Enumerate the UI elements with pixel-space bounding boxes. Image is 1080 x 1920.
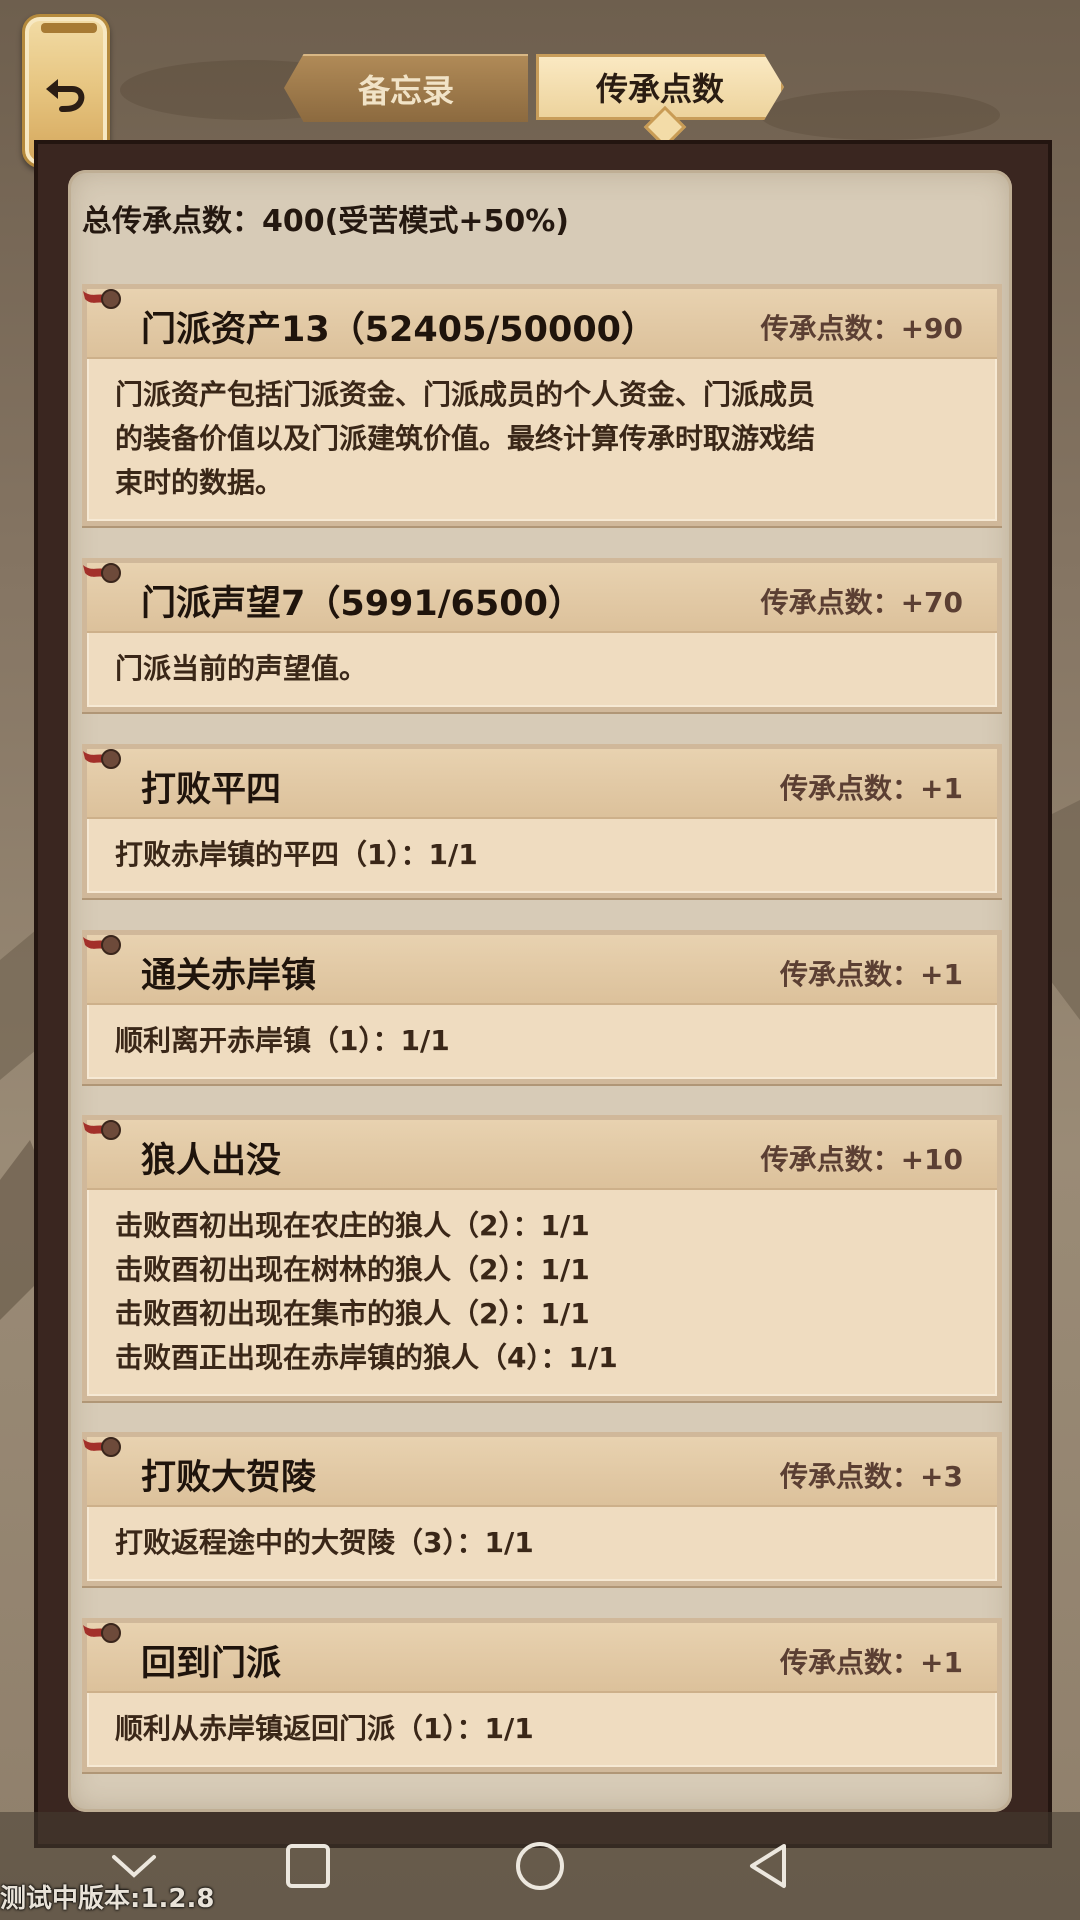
card-description: 击败酉初出现在农庄的狼人（2）：1/1 击败酉初出现在树林的狼人（2）：1/1 … [87, 1190, 997, 1396]
back-arrow-icon [46, 79, 85, 112]
ribbon-icon [83, 563, 121, 583]
card-line: 击败酉初出现在集市的狼人（2）：1/1 [115, 1297, 590, 1330]
card-header: 打败平四 传承点数：+1 [83, 749, 997, 819]
card-line: 门派资产包括门派资金、门派成员的个人资金、门派成员 [115, 378, 816, 411]
card-header: 狼人出没 传承点数：+10 [83, 1120, 997, 1190]
version-label: 测试中版本:1.2.8 [0, 1884, 215, 1914]
card-points: 传承点数：+70 [760, 586, 963, 619]
square-icon [286, 1844, 330, 1888]
card-line: 门派当前的声望值。 [115, 652, 368, 685]
nav-home-button[interactable] [504, 1830, 576, 1902]
legacy-card-return-sect: 回到门派 传承点数：+1 顺利从赤岸镇返回门派（1）：1/1 [82, 1618, 1002, 1772]
legacy-card-defeat-daheling: 打败大贺陵 传承点数：+3 打败返程途中的大贺陵（3）：1/1 [82, 1432, 1002, 1586]
card-description: 打败赤岸镇的平四（1）：1/1 [87, 819, 997, 893]
tab-legacy-points-label: 传承点数 [595, 70, 724, 108]
ribbon-icon [83, 935, 121, 955]
tab-memo-label: 备忘录 [357, 72, 454, 110]
card-header: 门派资产13（52405/50000） 传承点数：+90 [83, 289, 997, 359]
card-line: 击败酉初出现在农庄的狼人（2）：1/1 [115, 1209, 590, 1242]
card-title: 打败平四 [141, 770, 282, 810]
card-line: 打败赤岸镇的平四（1）：1/1 [115, 838, 478, 871]
circle-icon [516, 1842, 564, 1890]
legacy-card-defeat-pingsi: 打败平四 传承点数：+1 打败赤岸镇的平四（1）：1/1 [82, 744, 1002, 898]
nav-recents-button[interactable] [272, 1830, 344, 1902]
background-cloud [760, 90, 1000, 140]
card-points: 传承点数：+10 [760, 1143, 963, 1176]
card-description: 打败返程途中的大贺陵（3）：1/1 [87, 1507, 997, 1581]
ribbon-icon [83, 289, 121, 309]
card-description: 顺利从赤岸镇返回门派（1）：1/1 [87, 1693, 997, 1767]
ribbon-icon [83, 1623, 121, 1643]
card-title: 打败大贺陵 [141, 1458, 317, 1498]
legacy-card-sect-reputation: 门派声望7（5991/6500） 传承点数：+70 门派当前的声望值。 [82, 558, 1002, 712]
ribbon-icon [83, 1120, 121, 1140]
card-title: 回到门派 [141, 1644, 282, 1684]
triangle-back-icon [750, 1844, 786, 1888]
ribbon-icon [83, 1437, 121, 1457]
card-points: 传承点数：+1 [780, 958, 963, 991]
back-button-cap [41, 23, 97, 33]
card-title: 门派声望7（5991/6500） [141, 584, 583, 624]
card-description: 顺利离开赤岸镇（1）：1/1 [87, 1005, 997, 1079]
total-legacy-points: 总传承点数：400(受苦模式+50%) [82, 204, 569, 239]
chevron-down-icon [112, 1855, 156, 1878]
card-points: 传承点数：+3 [780, 1460, 963, 1493]
card-line: 顺利离开赤岸镇（1）：1/1 [115, 1024, 450, 1057]
card-title: 通关赤岸镇 [141, 956, 317, 996]
card-line: 击败酉初出现在树林的狼人（2）：1/1 [115, 1253, 590, 1286]
card-points: 传承点数：+1 [780, 1646, 963, 1679]
legacy-card-clear-town: 通关赤岸镇 传承点数：+1 顺利离开赤岸镇（1）：1/1 [82, 930, 1002, 1084]
legacy-card-sect-assets: 门派资产13（52405/50000） 传承点数：+90 门派资产包括门派资金、… [82, 284, 1002, 526]
card-title: 门派资产13（52405/50000） [141, 310, 657, 350]
legacy-card-werewolves: 狼人出没 传承点数：+10 击败酉初出现在农庄的狼人（2）：1/1 击败酉初出现… [82, 1115, 1002, 1401]
card-points: 传承点数：+1 [780, 772, 963, 805]
nav-back-button[interactable] [732, 1830, 804, 1902]
card-header: 回到门派 传承点数：+1 [83, 1623, 997, 1693]
card-points: 传承点数：+90 [760, 312, 963, 345]
card-description: 门派当前的声望值。 [87, 633, 997, 707]
card-line: 顺利从赤岸镇返回门派（1）：1/1 [115, 1712, 534, 1745]
ribbon-icon [83, 749, 121, 769]
card-header: 通关赤岸镇 传承点数：+1 [83, 935, 997, 1005]
card-description: 门派资产包括门派资金、门派成员的个人资金、门派成员 的装备价值以及门派建筑价值。… [87, 359, 997, 521]
card-header: 打败大贺陵 传承点数：+3 [83, 1437, 997, 1507]
card-header: 门派声望7（5991/6500） 传承点数：+70 [83, 563, 997, 633]
card-line: 的装备价值以及门派建筑价值。最终计算传承时取游戏结 [115, 422, 816, 455]
card-line: 打败返程途中的大贺陵（3）：1/1 [115, 1526, 534, 1559]
card-title: 狼人出没 [141, 1141, 282, 1181]
card-line: 击败酉正出现在赤岸镇的狼人（4）：1/1 [115, 1341, 618, 1374]
card-line: 束时的数据。 [115, 466, 284, 499]
tab-memo[interactable]: 备忘录 [284, 54, 528, 122]
